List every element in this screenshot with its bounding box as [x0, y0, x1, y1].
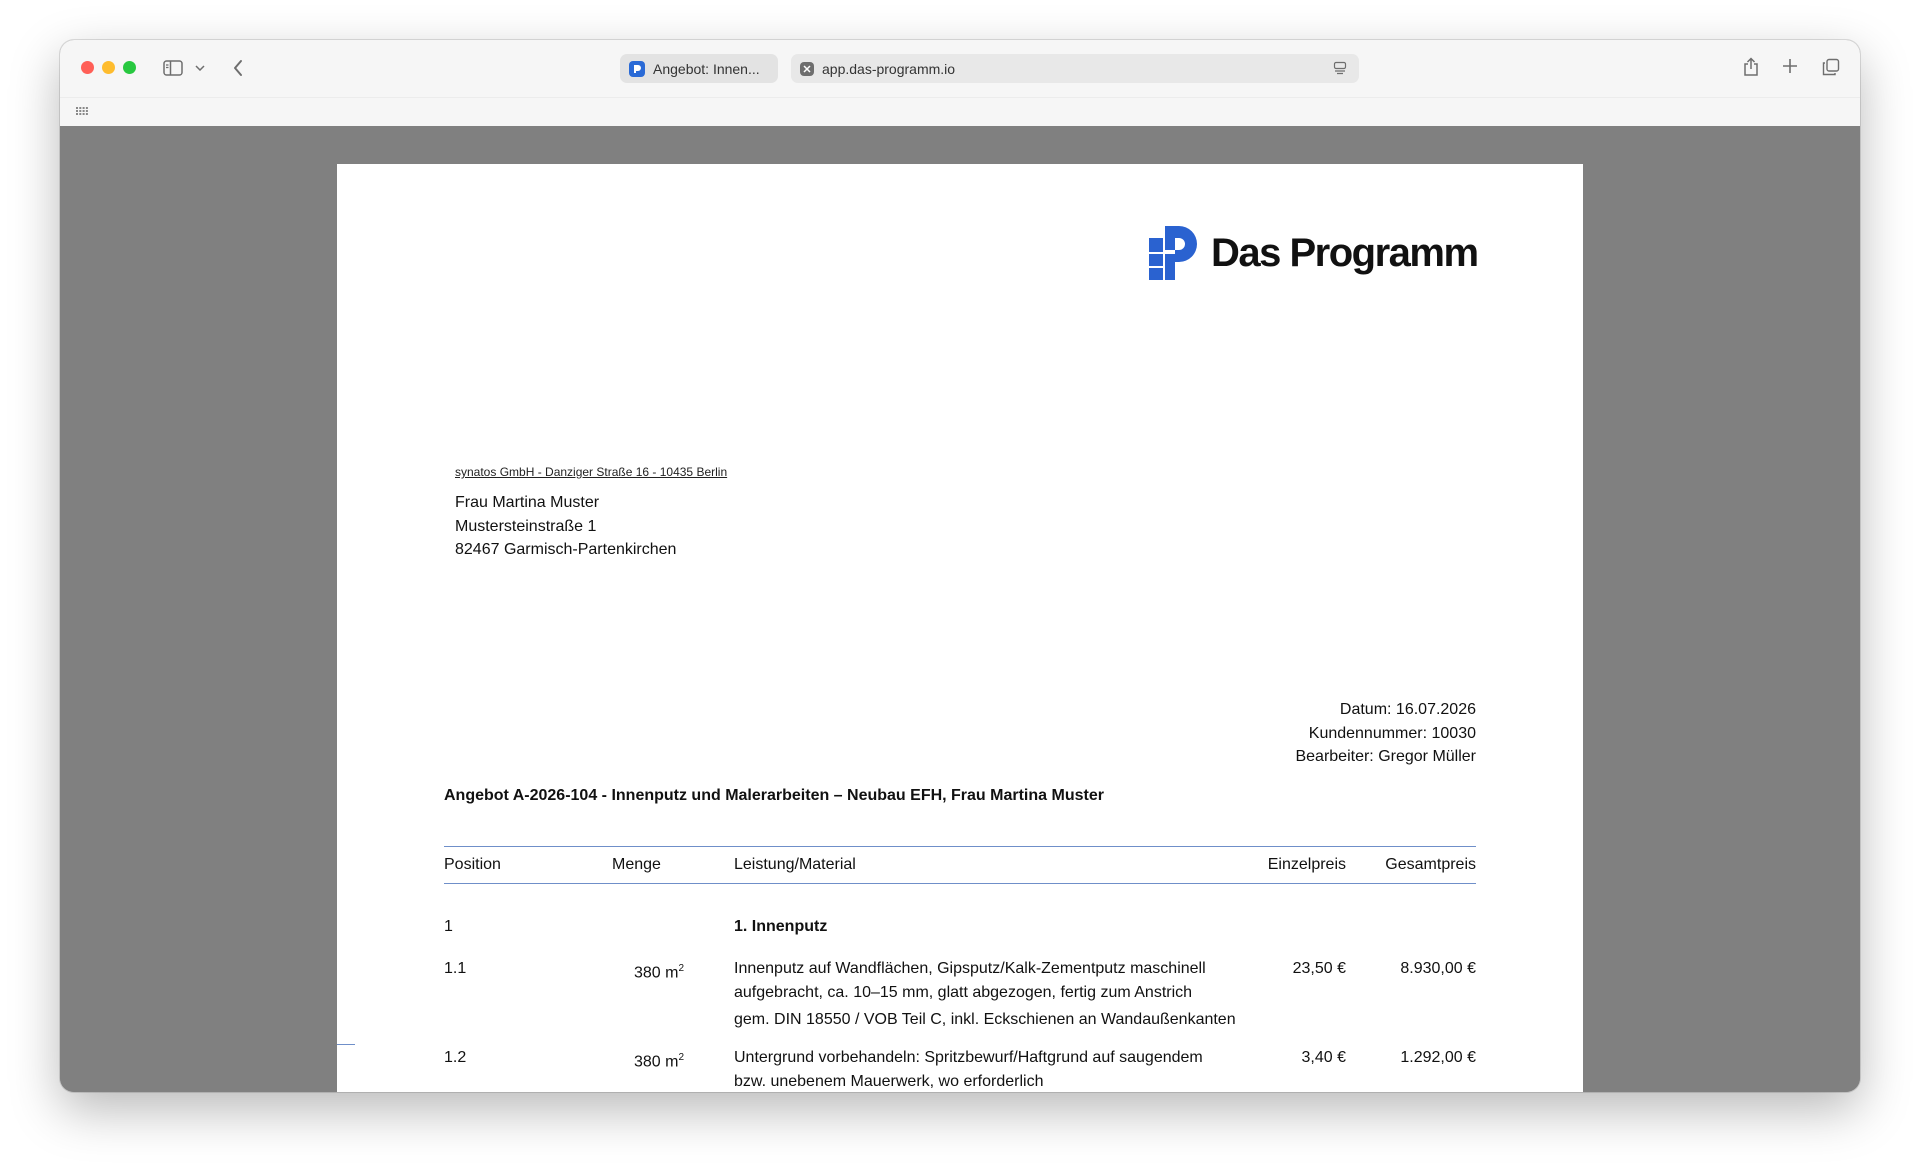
new-tab-icon[interactable] — [1781, 57, 1799, 75]
sender-line: synatos GmbH - Danziger Straße 16 - 1043… — [455, 465, 728, 479]
sidebar-toggle-icon[interactable] — [162, 58, 184, 78]
header-total-price: Gesamtpreis — [1385, 856, 1476, 873]
company-logo: Das Programm — [1149, 226, 1479, 280]
table-header: Position Menge Leistung/Material Einzelp… — [444, 846, 1476, 884]
row-position: 1.2 — [444, 1049, 467, 1066]
address-text: app.das-programm.io — [822, 60, 956, 77]
header-quantity: Menge — [612, 856, 661, 873]
header-position: Position — [444, 856, 501, 873]
row-description: Innenputz auf Wandflächen, Gipsputz/Kalk… — [734, 960, 1236, 1028]
recipient-address: Frau Martina Muster Mustersteinstraße 1 … — [455, 491, 676, 562]
chevron-down-icon[interactable] — [194, 61, 206, 75]
row-total-price: 1.292,00 € — [1400, 1049, 1476, 1066]
favorites-bar — [60, 97, 1860, 127]
recipient-city: 82467 Garmisch-Partenkirchen — [455, 541, 677, 558]
tab-overview-icon[interactable] — [1821, 57, 1841, 77]
pdf-viewer[interactable]: Das Programm synatos GmbH - Danziger Str… — [60, 126, 1860, 1092]
section-title: 1. Innenputz — [734, 918, 828, 935]
row-quantity: 380 m2 — [633, 963, 684, 982]
offer-subject: Angebot A-2026-104 - Innenputz und Maler… — [444, 787, 1104, 804]
browser-window: Angebot: Innen... app.das-programm.io Da… — [60, 40, 1860, 1092]
document-date: Datum: 16.07.2026 — [1339, 701, 1476, 718]
reader-mode-icon[interactable] — [1333, 61, 1347, 78]
header-unit-price: Einzelpreis — [1267, 856, 1346, 873]
tab-angebot[interactable]: Angebot: Innen... — [620, 54, 778, 83]
row-position: 1.1 — [444, 960, 467, 977]
row-quantity: 380 m2 — [633, 1052, 684, 1071]
recipient-name: Frau Martina Muster — [455, 494, 600, 511]
das-programm-favicon — [629, 60, 645, 77]
address-bar[interactable]: app.das-programm.io — [791, 54, 1359, 83]
share-icon[interactable] — [1742, 55, 1760, 79]
browser-toolbar: Angebot: Innen... app.das-programm.io — [60, 40, 1860, 97]
back-arrow-icon[interactable] — [230, 57, 246, 79]
grid-apps-icon[interactable] — [75, 105, 89, 117]
das-programm-logo-icon — [1149, 226, 1197, 280]
recipient-street: Mustersteinstraße 1 — [455, 517, 597, 535]
header-service: Leistung/Material — [734, 856, 856, 873]
customer-number: Kundennummer: 10030 — [1308, 724, 1476, 742]
minimize-window-button[interactable] — [102, 61, 115, 74]
zoom-window-button[interactable] — [123, 61, 136, 74]
editor-name: Bearbeiter: Gregor Müller — [1295, 748, 1476, 765]
row-description: Untergrund vorbehandeln: Spritzbewurf/Ha… — [734, 1049, 1203, 1090]
row-unit-price: 23,50 € — [1292, 960, 1346, 977]
document-meta: Datum: 16.07.2026 Kundennummer: 10030 Be… — [1295, 698, 1476, 769]
logo-wordmark: Das Programm — [1211, 230, 1479, 275]
close-window-button[interactable] — [81, 61, 94, 74]
tab-title: Angebot: Innen... — [653, 60, 760, 77]
document-page: Das Programm synatos GmbH - Danziger Str… — [337, 164, 1583, 1092]
row-total-price: 8.930,00 € — [1400, 960, 1476, 977]
fold-mark — [337, 1044, 355, 1045]
site-settings-icon — [800, 61, 814, 76]
section-position: 1 — [444, 918, 453, 935]
row-unit-price: 3,40 € — [1301, 1049, 1346, 1066]
